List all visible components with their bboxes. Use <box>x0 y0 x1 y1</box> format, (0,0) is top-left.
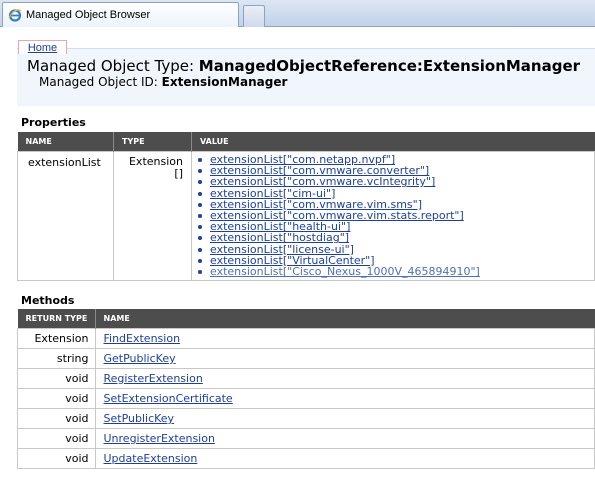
property-value: extensionList["com.netapp.nvpf"] extensi… <box>191 150 595 282</box>
method-return-type: void <box>17 428 96 449</box>
properties-header-row: NAME TYPE VALUE <box>17 132 595 152</box>
method-link[interactable]: UpdateExtension <box>104 452 198 465</box>
method-return-type: void <box>17 388 96 409</box>
home-link[interactable]: Home <box>18 40 67 54</box>
method-row: Extension FindExtension <box>17 328 595 349</box>
extension-list: extensionList["com.netapp.nvpf"] extensi… <box>198 154 594 278</box>
method-link[interactable]: SetExtensionCertificate <box>104 392 233 405</box>
column-header-type: TYPE <box>113 132 192 152</box>
object-type-value: ManagedObjectReference:ExtensionManager <box>198 57 581 75</box>
method-return-type: void <box>17 448 96 469</box>
methods-heading: Methods <box>21 294 75 307</box>
properties-table: NAME TYPE VALUE extensionList Extension … <box>17 132 595 282</box>
method-row: void UnregisterExtension <box>17 428 595 449</box>
method-row: void SetPublicKey <box>17 408 595 429</box>
column-header-method-name: NAME <box>95 309 595 329</box>
method-link[interactable]: SetPublicKey <box>104 412 175 425</box>
method-row: string GetPublicKey <box>17 348 595 369</box>
method-return-type: string <box>17 348 96 369</box>
tab-managed-object-browser[interactable]: Managed Object Browser <box>2 2 239 27</box>
new-tab-button[interactable] <box>243 5 265 27</box>
method-return-type: void <box>17 368 96 389</box>
property-type-line2: [] <box>174 167 183 180</box>
column-header-return-type: RETURN TYPE <box>17 309 96 329</box>
method-link[interactable]: GetPublicKey <box>104 352 176 365</box>
method-link[interactable]: RegisterExtension <box>104 372 203 385</box>
managed-object-type: Managed Object Type: ManagedObjectRefere… <box>27 57 580 75</box>
method-row: void UpdateExtension <box>17 448 595 469</box>
object-type-label: Managed Object Type: <box>27 57 194 75</box>
method-return-type: Extension <box>17 328 96 349</box>
method-link[interactable]: FindExtension <box>104 332 181 345</box>
method-return-type: void <box>17 408 96 429</box>
properties-heading: Properties <box>21 116 86 129</box>
method-row: void SetExtensionCertificate <box>17 388 595 409</box>
methods-table: RETURN TYPE NAME Extension FindExtension… <box>17 309 595 469</box>
property-type: Extension [] <box>113 150 192 282</box>
column-header-name: NAME <box>17 132 114 152</box>
object-id-label: Managed Object ID: <box>39 75 158 89</box>
method-link[interactable]: UnregisterExtension <box>104 432 215 445</box>
internet-explorer-icon <box>8 9 22 22</box>
property-row: extensionList Extension [] extensionList… <box>17 150 595 282</box>
object-id-value: ExtensionManager <box>161 75 288 89</box>
method-row: void RegisterExtension <box>17 368 595 389</box>
methods-header-row: RETURN TYPE NAME <box>17 309 595 329</box>
managed-object-id: Managed Object ID: ExtensionManager <box>39 75 287 89</box>
column-header-value: VALUE <box>191 132 595 152</box>
browser-tab-strip: Managed Object Browser <box>0 0 595 27</box>
tab-title: Managed Object Browser <box>26 9 151 21</box>
extension-link[interactable]: extensionList["Cisco_Nexus_1000V_4658949… <box>210 265 480 278</box>
property-name: extensionList <box>17 150 114 282</box>
